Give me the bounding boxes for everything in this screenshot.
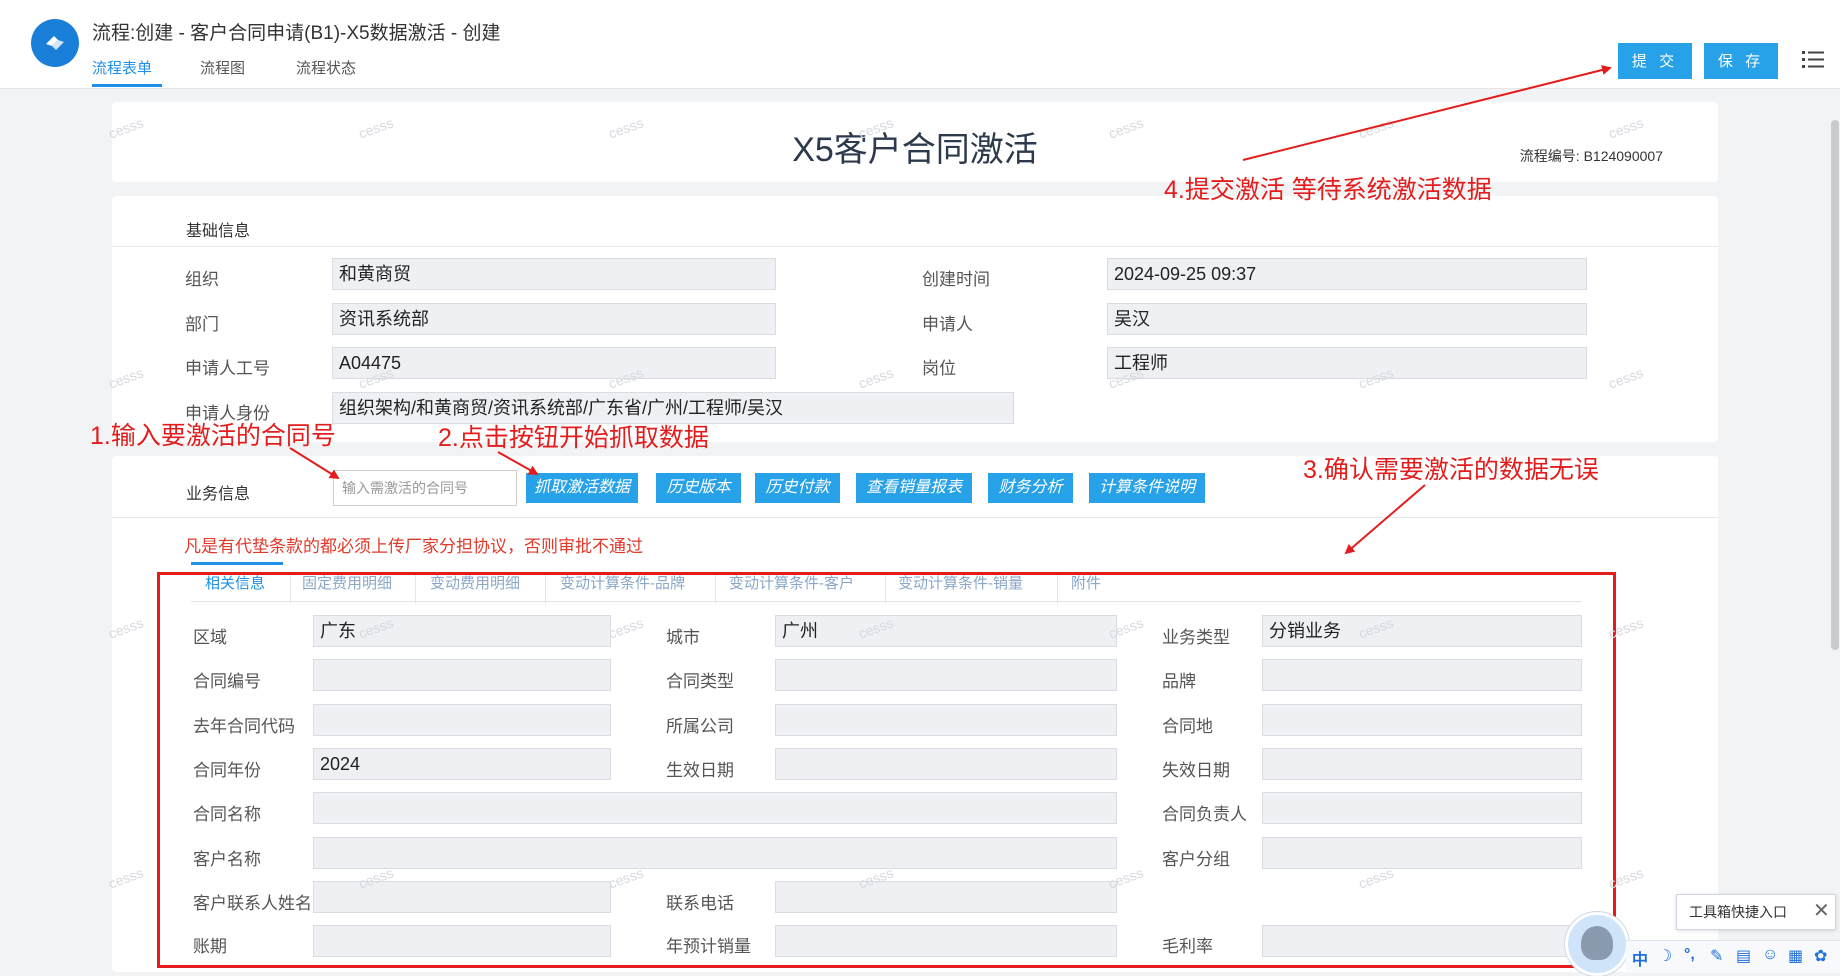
ime-chinese-icon[interactable]: 中 (1632, 946, 1648, 970)
toolbox-tooltip[interactable]: 工具箱快捷入口 (1676, 894, 1836, 930)
close-icon[interactable]: ✕ (1813, 898, 1830, 923)
moon-icon[interactable]: ☽ (1658, 946, 1672, 966)
arrow-step-2 (497, 451, 539, 475)
wrench-icon[interactable]: ✎ (1710, 946, 1723, 966)
smiley-icon[interactable]: ☺ (1762, 946, 1778, 964)
clipboard-icon[interactable]: ▤ (1736, 946, 1751, 966)
skin-icon[interactable]: ✿ (1814, 946, 1827, 966)
arrow-step-4 (1242, 65, 1612, 161)
grid-icon[interactable]: ▦ (1788, 946, 1803, 966)
robot-icon (1581, 926, 1613, 960)
arrow-step-3 (1344, 484, 1426, 555)
annotation-arrows (289, 65, 1612, 555)
punctuation-icon[interactable]: °, (1684, 946, 1695, 964)
arrow-step-1 (289, 447, 340, 480)
page-scrollbar[interactable] (1831, 120, 1839, 650)
